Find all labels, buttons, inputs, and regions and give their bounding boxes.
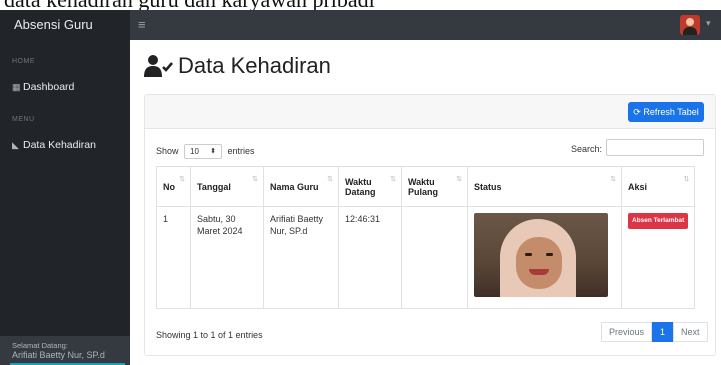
column-header-waktu-datang[interactable]: Waktu Datang ⇅ xyxy=(338,166,402,207)
table-header-row: No ⇅ Tanggal ⇅ Nama Guru ⇅ Waktu Datang ⇅ Wa… xyxy=(156,166,696,207)
column-header-waktu-pulang[interactable]: Waktu Pulang ⇅ xyxy=(401,166,468,207)
entries-length-control: Show 10 ⬍ entries xyxy=(156,144,255,159)
column-header-status[interactable]: Status ⇅ xyxy=(467,166,622,207)
sort-icon: ⇅ xyxy=(179,176,185,183)
page-title-text: Data Kehadiran xyxy=(178,53,331,78)
dashboard-icon: ▦ xyxy=(12,82,21,92)
chart-area-icon: ◣ xyxy=(12,140,19,150)
pagination-previous[interactable]: Previous xyxy=(601,322,653,342)
column-header-aksi[interactable]: Aksi ⇅ xyxy=(620,166,696,207)
top-navbar: Absensi Guru ≡ ▾ xyxy=(0,10,721,40)
entries-select[interactable]: 10 ⬍ xyxy=(184,144,223,159)
sort-icon: ⇅ xyxy=(252,176,258,183)
select-arrows-icon: ⬍ xyxy=(210,148,217,155)
welcome-user-name: Arifiati Baetty Nur, SP.d xyxy=(12,350,105,360)
pagination-next[interactable]: Next xyxy=(673,322,708,342)
sidebar-heading-menu: MENU xyxy=(12,116,35,123)
search-label: Search: xyxy=(571,144,603,154)
refresh-label: Refresh Tabel xyxy=(643,107,699,117)
sidebar-item-data-kehadiran[interactable]: ◣ Data Kehadiran xyxy=(12,139,96,151)
cell-no: 1 xyxy=(156,206,191,309)
cell-aksi: Absen Terlambat xyxy=(620,206,696,309)
table-info: Showing 1 to 1 of 1 entries xyxy=(156,330,263,340)
sidebar-item-label: Data Kehadiran xyxy=(23,139,96,151)
sidebar-item-dashboard[interactable]: ▦ Dashboard xyxy=(12,81,74,93)
sidebar: HOME ▦ Dashboard MENU ◣ Data Kehadiran Sel… xyxy=(0,40,130,365)
sidebar-item-label: Dashboard xyxy=(23,81,75,93)
sort-icon: ⇅ xyxy=(683,176,690,183)
hamburger-icon[interactable]: ≡ xyxy=(138,10,146,40)
sort-icon: ⇅ xyxy=(390,176,396,183)
pagination: Previous 1 Next xyxy=(601,322,708,342)
sort-icon: ⇅ xyxy=(456,176,462,183)
pagination-page-1[interactable]: 1 xyxy=(652,322,674,342)
sort-icon: ⇅ xyxy=(610,176,616,183)
refresh-table-button[interactable]: ⟳ Refresh Tabel xyxy=(628,102,704,122)
chevron-down-icon[interactable]: ▾ xyxy=(706,18,711,29)
sidebar-heading-home: HOME xyxy=(12,58,35,65)
page-title: Data Kehadiran xyxy=(144,53,331,79)
cell-waktu-datang: 12:46:31 xyxy=(338,206,402,309)
card-header: ⟳ Refresh Tabel xyxy=(145,95,715,129)
attendance-selfie-photo[interactable] xyxy=(474,213,608,297)
navbar-brand[interactable]: Absensi Guru xyxy=(0,10,130,40)
main-content: Data Kehadiran ⟳ Refresh Tabel Show 10 ⬍… xyxy=(130,40,721,365)
cell-status xyxy=(467,206,622,309)
page-caption: data kehadiran guru dan karyawan pribadi xyxy=(0,0,721,10)
search-input[interactable] xyxy=(606,139,704,156)
sort-icon: ⇅ xyxy=(327,176,333,183)
sidebar-footer: Selamat Datang: Arifiati Baetty Nur, SP.… xyxy=(0,336,130,365)
status-badge[interactable]: Absen Terlambat xyxy=(628,213,689,229)
column-header-no[interactable]: No ⇅ xyxy=(156,166,191,207)
cell-nama-guru: Arifiati Baetty Nur, SP.d xyxy=(263,206,339,309)
caption-text: data kehadiran guru dan karyawan pribadi xyxy=(4,0,375,10)
attendance-table: No ⇅ Tanggal ⇅ Nama Guru ⇅ Waktu Datang ⇅ Wa… xyxy=(156,166,696,309)
column-header-tanggal[interactable]: Tanggal ⇅ xyxy=(190,166,264,207)
sync-icon: ⟳ xyxy=(633,107,641,117)
cell-tanggal: Sabtu, 30 Maret 2024 xyxy=(190,206,264,309)
welcome-label: Selamat Datang: xyxy=(12,341,68,350)
table-row: 1 Sabtu, 30 Maret 2024 Arifiati Baetty N… xyxy=(156,206,696,309)
show-label: Show xyxy=(156,145,179,156)
user-avatar-icon[interactable] xyxy=(680,15,700,35)
attendance-card: ⟳ Refresh Tabel Show 10 ⬍ entries Search… xyxy=(144,94,716,356)
entries-select-value: 10 xyxy=(190,147,199,156)
column-header-nama-guru[interactable]: Nama Guru ⇅ xyxy=(263,166,339,207)
user-check-icon xyxy=(144,55,173,77)
entries-label: entries xyxy=(227,145,255,156)
cell-waktu-pulang xyxy=(401,206,468,309)
